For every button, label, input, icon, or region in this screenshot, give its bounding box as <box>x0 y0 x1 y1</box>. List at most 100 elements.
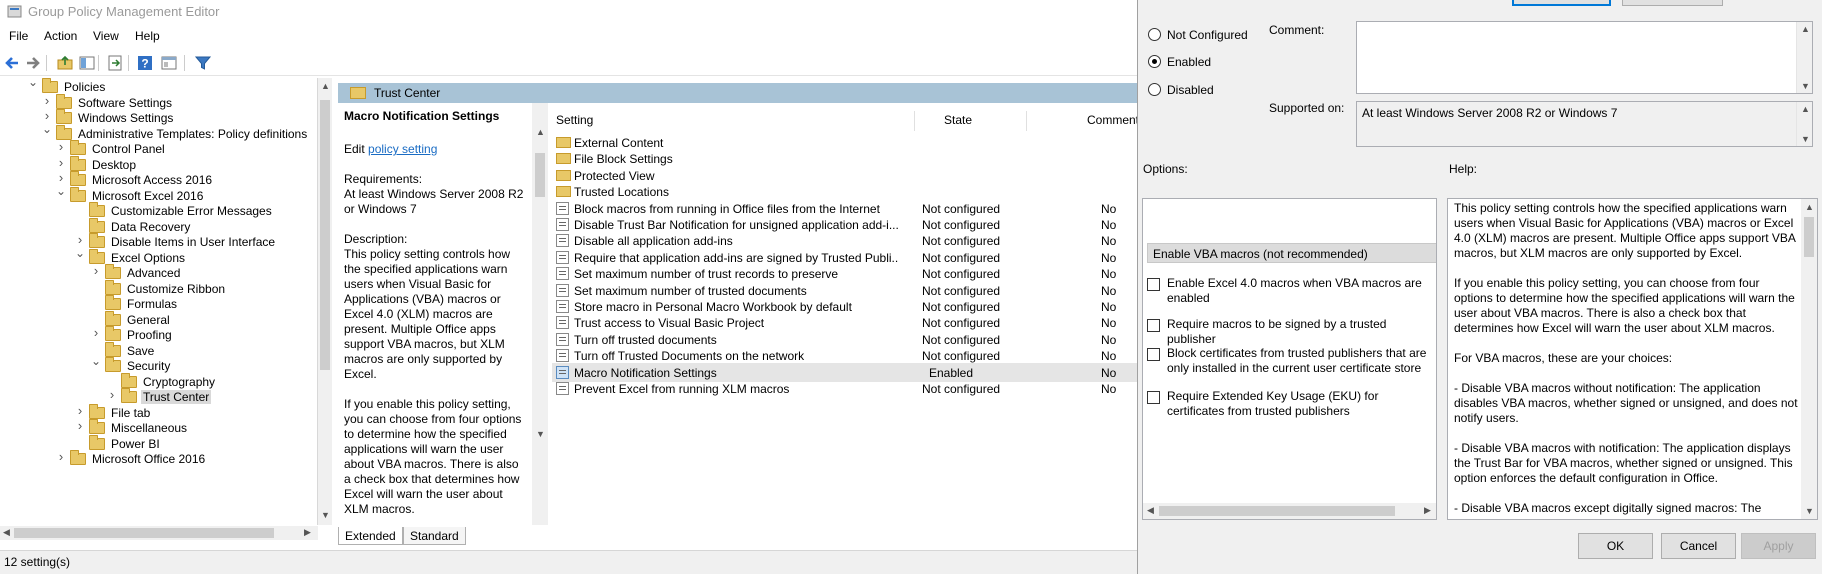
radio-circle[interactable] <box>1148 83 1161 96</box>
show-hide-tree-icon[interactable] <box>78 54 96 72</box>
radio-circle[interactable] <box>1148 28 1161 41</box>
expand-chevron-icon[interactable]: › <box>91 263 101 278</box>
expand-chevron-icon[interactable]: › <box>91 325 101 340</box>
vba-macro-option-select[interactable]: Enable VBA macros (not recommended) <box>1147 243 1436 263</box>
scroll-up-icon[interactable]: ▲ <box>1801 104 1810 114</box>
cancel-button[interactable]: Cancel <box>1661 533 1736 559</box>
expand-chevron-icon[interactable]: › <box>56 139 66 154</box>
menu-help[interactable]: Help <box>135 29 160 43</box>
collapse-chevron-icon[interactable]: ⌄ <box>75 246 85 260</box>
select-value: Enable VBA macros (not recommended) <box>1153 247 1368 261</box>
expand-chevron-icon[interactable]: › <box>42 93 52 108</box>
scroll-up-icon[interactable]: ▲ <box>1805 202 1814 212</box>
menu-action[interactable]: Action <box>44 29 77 43</box>
scroll-down-icon[interactable]: ▼ <box>1805 506 1814 516</box>
expand-chevron-icon[interactable]: › <box>56 155 66 170</box>
previous-setting-button[interactable] <box>1512 0 1611 6</box>
scroll-left-icon[interactable]: ◀ <box>1147 505 1154 516</box>
expand-chevron-icon[interactable]: › <box>107 387 117 402</box>
help-paragraph: This policy setting controls how the spe… <box>1454 201 1796 260</box>
collapse-chevron-icon[interactable]: ⌄ <box>56 184 66 198</box>
scroll-down-icon[interactable]: ▼ <box>1801 134 1810 144</box>
policy-setting-icon <box>556 234 569 248</box>
help-paragraph: If you enable this policy setting, you c… <box>1454 276 1795 335</box>
toolbar-separator <box>98 55 99 71</box>
filter-icon[interactable] <box>194 54 212 72</box>
comment-textbox[interactable]: ▲ ▼ <box>1356 21 1813 94</box>
folder-icon <box>70 186 86 202</box>
scroll-thumb[interactable] <box>14 528 274 538</box>
checkbox[interactable] <box>1147 391 1160 404</box>
options-horizontal-scrollbar[interactable]: ◀ ▶ <box>1143 503 1436 519</box>
description-scrollbar[interactable]: ▲ ▼ <box>532 103 548 525</box>
checkbox[interactable] <box>1147 278 1160 291</box>
expand-chevron-icon[interactable]: › <box>75 403 85 418</box>
scroll-down-icon[interactable]: ▼ <box>536 429 545 439</box>
comment-scrollbar[interactable]: ▲ ▼ <box>1796 22 1812 93</box>
column-divider[interactable] <box>914 111 915 131</box>
collapse-chevron-icon[interactable]: ⌄ <box>42 122 52 136</box>
setting-state: Not configured <box>922 349 1001 364</box>
menu-file[interactable]: File <box>9 29 28 43</box>
checkbox-label: Block certificates from trusted publishe… <box>1167 346 1427 375</box>
help-label: Help: <box>1449 162 1478 176</box>
back-arrow-icon[interactable] <box>3 54 21 72</box>
scroll-down-icon[interactable]: ▼ <box>321 510 330 520</box>
menu-view[interactable]: View <box>93 29 119 43</box>
scroll-right-icon[interactable]: ▶ <box>304 527 311 538</box>
tree-node-label: General <box>127 312 170 327</box>
help-scrollbar[interactable]: ▲ ▼ <box>1801 199 1817 519</box>
properties-icon[interactable] <box>160 54 178 72</box>
expand-chevron-icon[interactable]: › <box>56 449 66 464</box>
scroll-down-icon[interactable]: ▼ <box>1801 81 1810 91</box>
tree-node-label: File tab <box>111 405 151 420</box>
scroll-thumb[interactable] <box>1804 217 1814 257</box>
next-setting-button[interactable] <box>1622 0 1723 6</box>
column-header-setting[interactable]: Setting <box>556 113 593 127</box>
tree-node-label: Advanced <box>127 266 181 280</box>
tree-vertical-scrollbar[interactable]: ▲ ▼ <box>318 78 332 525</box>
collapse-chevron-icon[interactable]: ⌄ <box>28 78 38 89</box>
setting-comment: No <box>1101 332 1117 347</box>
checkbox[interactable] <box>1147 319 1160 332</box>
tab-standard[interactable]: Standard <box>403 527 466 545</box>
setting-name: Trust access to Visual Basic Project <box>574 316 765 331</box>
setting-name: Disable all application add-ins <box>574 234 733 249</box>
tree-node-label: Proofing <box>127 328 172 342</box>
tab-extended[interactable]: Extended <box>338 527 403 545</box>
setting-state: Not configured <box>922 250 1001 265</box>
up-folder-icon[interactable] <box>56 54 74 72</box>
setting-comment: No <box>1101 201 1117 216</box>
setting-row[interactable]: Prevent Excel from running XLM macros Not… <box>552 379 1137 398</box>
column-divider[interactable] <box>1026 111 1027 131</box>
checkbox[interactable] <box>1147 348 1160 361</box>
column-header-comment[interactable]: Comment <box>1087 113 1139 127</box>
export-list-icon[interactable] <box>106 54 124 72</box>
scroll-up-icon[interactable]: ▲ <box>321 81 330 91</box>
help-paragraph: - Disable VBA macros without notificatio… <box>1454 381 1798 425</box>
expand-chevron-icon[interactable]: › <box>75 418 85 433</box>
help-icon[interactable]: ? <box>136 54 154 72</box>
ok-button[interactable]: OK <box>1578 533 1653 559</box>
edit-policy-link[interactable]: policy setting <box>368 142 437 156</box>
scroll-thumb[interactable] <box>1159 506 1395 516</box>
forward-arrow-icon[interactable] <box>24 54 42 72</box>
setting-state: Not configured <box>922 218 1001 232</box>
scroll-up-icon[interactable]: ▲ <box>1801 24 1810 34</box>
supported-on-label: Supported on: <box>1269 101 1345 115</box>
scroll-thumb[interactable] <box>320 100 330 370</box>
column-header-state[interactable]: State <box>944 113 972 127</box>
scroll-left-icon[interactable]: ◀ <box>3 527 10 538</box>
radio-circle[interactable] <box>1148 55 1161 68</box>
scroll-thumb[interactable] <box>535 153 545 197</box>
apply-button[interactable]: Apply <box>1741 533 1816 559</box>
supported-scrollbar[interactable]: ▲ ▼ <box>1796 102 1812 146</box>
tree-horizontal-scrollbar[interactable]: ◀ ▶ <box>0 526 318 540</box>
collapse-chevron-icon[interactable]: ⌄ <box>91 354 101 368</box>
folder-icon <box>42 78 58 93</box>
tree-node-label: Control Panel <box>92 142 165 156</box>
setting-comment: No <box>1101 316 1117 331</box>
scroll-up-icon[interactable]: ▲ <box>536 127 545 137</box>
scroll-right-icon[interactable]: ▶ <box>1424 505 1431 516</box>
setting-state: Not configured <box>922 300 1001 314</box>
